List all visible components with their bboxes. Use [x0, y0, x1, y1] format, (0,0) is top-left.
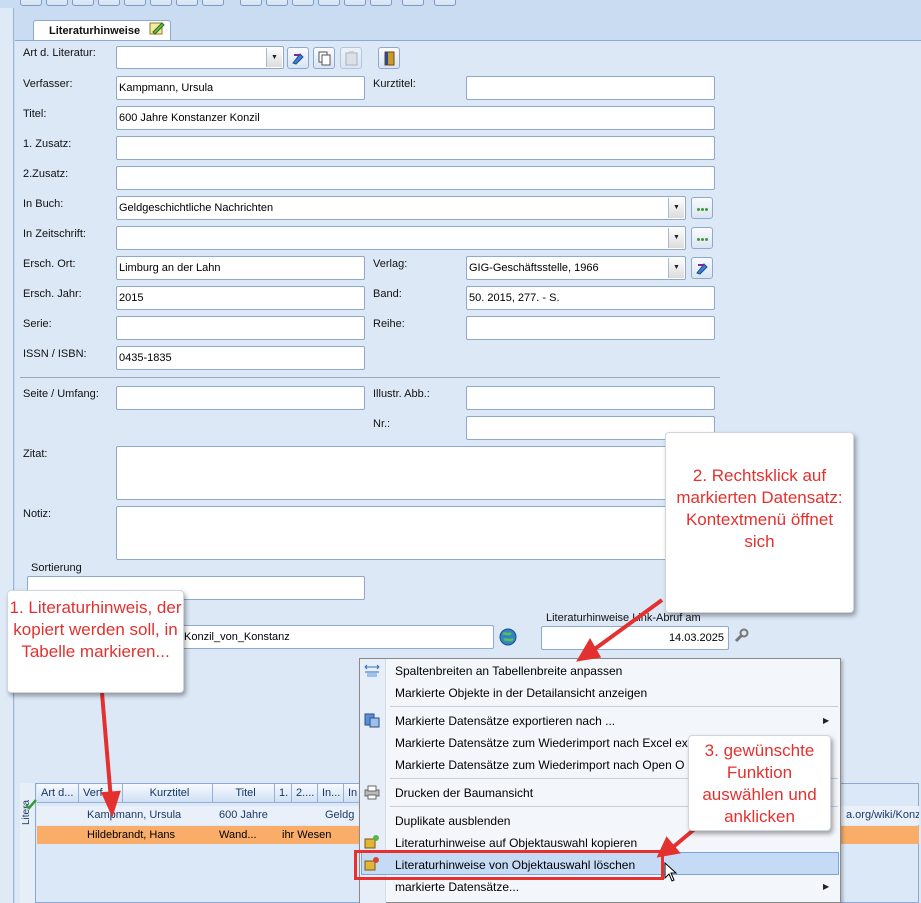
- arrow-step1: [100, 692, 113, 801]
- callout-step2: 2. Rechtsklick auf markierten Datensatz:…: [665, 432, 854, 613]
- callout-step3: 3. gewünschte Funktion auswählen und ank…: [688, 735, 831, 831]
- arrowhead-step2: [576, 638, 602, 662]
- arrowhead-step3: [656, 836, 681, 858]
- callout-step1: 1. Literaturhinweis, der kopiert werden …: [7, 590, 184, 693]
- arrow-step2: [590, 598, 664, 653]
- arrowhead-step1: [101, 790, 121, 818]
